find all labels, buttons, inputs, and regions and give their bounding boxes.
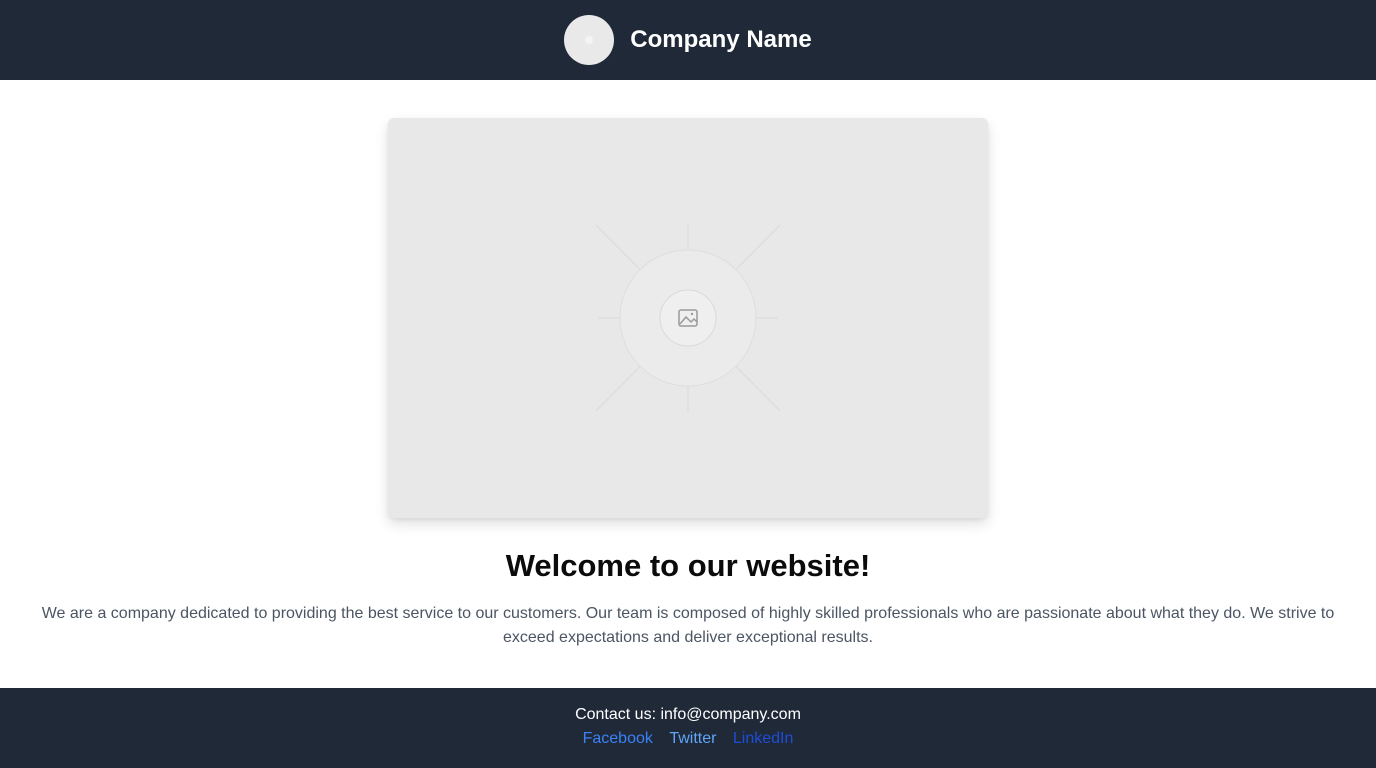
twitter-link[interactable]: Twitter — [669, 730, 716, 747]
page-title: Welcome to our website! — [505, 548, 871, 583]
social-links: Facebook Twitter LinkedIn — [0, 730, 1376, 748]
hero-image-placeholder — [388, 118, 988, 518]
image-placeholder-icon — [595, 223, 781, 413]
company-logo[interactable] — [564, 15, 615, 65]
intro-paragraph: We are a company dedicated to providing … — [41, 605, 1335, 646]
site-header: Company Name — [0, 0, 1376, 80]
company-name: Company Name — [630, 26, 812, 53]
facebook-link[interactable]: Facebook — [583, 730, 653, 747]
linkedin-link[interactable]: LinkedIn — [733, 730, 794, 747]
logo-mark-icon — [585, 36, 594, 44]
site-footer — [0, 688, 1376, 768]
contact-text: Contact us: info@company.com — [575, 706, 801, 723]
